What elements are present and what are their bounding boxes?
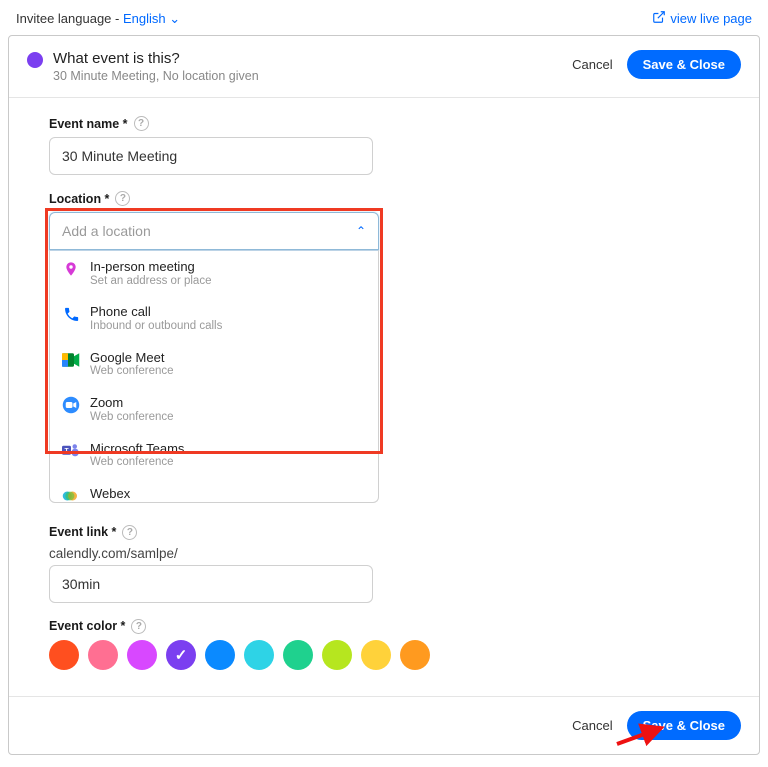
location-dropdown: In-person meetingSet an address or place… [49,250,379,503]
location-option-title: Zoom [90,395,174,411]
color-swatch[interactable] [361,640,391,670]
location-option-title: Google Meet [90,350,174,366]
location-option-desc: Set an address or place [90,275,211,289]
view-live-link[interactable]: view live page [652,10,752,27]
location-option-title: Phone call [90,304,222,320]
color-swatch[interactable] [400,640,430,670]
location-placeholder: Add a location [62,223,151,239]
event-color-label: Event color * [49,619,125,633]
location-option[interactable]: Phone callInbound or outbound calls [50,296,378,341]
gmeet-icon [62,351,80,369]
event-editor-panel: What event is this? 30 Minute Meeting, N… [8,35,760,755]
chevron-up-icon: ⌃ [356,224,366,238]
help-icon[interactable]: ? [131,619,146,634]
help-icon[interactable]: ? [122,525,137,540]
color-swatch[interactable] [244,640,274,670]
color-swatch[interactable] [205,640,235,670]
location-option-desc: Inbound or outbound calls [90,320,222,334]
color-swatch[interactable] [49,640,79,670]
external-link-icon [652,10,666,27]
help-icon[interactable]: ? [115,191,130,206]
color-swatches [49,640,719,670]
event-link-prefix: calendly.com/samlpe/ [49,546,719,561]
panel-title: What event is this? [53,50,259,67]
location-option-desc: Web conference [90,365,174,379]
invitee-language: Invitee language - English ⌄ [16,11,180,27]
event-name-input[interactable] [49,137,373,175]
location-select[interactable]: Add a location ⌃ [49,212,379,250]
color-swatch[interactable] [127,640,157,670]
location-label: Location * [49,192,109,206]
chevron-down-icon: ⌄ [166,11,181,26]
teams-icon: T [62,442,80,460]
color-swatch[interactable] [166,640,196,670]
pin-icon [62,260,80,278]
cancel-button[interactable]: Cancel [572,57,612,72]
event-link-input[interactable] [49,565,373,603]
color-swatch[interactable] [322,640,352,670]
location-option[interactable]: In-person meetingSet an address or place [50,251,378,296]
location-option-title: In-person meeting [90,259,211,275]
location-option-title: Webex [90,486,130,502]
event-color-indicator [27,52,43,68]
location-option-desc: Web conference [90,411,174,425]
language-select[interactable]: English ⌄ [123,11,180,26]
phone-icon [62,305,80,323]
location-option[interactable]: T Microsoft TeamsWeb conference [50,433,378,478]
location-option[interactable]: Webex [50,478,378,502]
webex-icon [62,487,80,502]
panel-subtitle: 30 Minute Meeting, No location given [53,69,259,83]
help-icon[interactable]: ? [134,116,149,131]
save-close-button-footer[interactable]: Save & Close [627,711,741,740]
save-close-button[interactable]: Save & Close [627,50,741,79]
location-option-desc: Web conference [90,456,184,470]
location-option-title: Microsoft Teams [90,441,184,457]
event-name-label: Event name * [49,117,128,131]
zoom-icon [62,396,80,414]
cancel-button-footer[interactable]: Cancel [572,718,612,733]
color-swatch[interactable] [283,640,313,670]
event-link-label: Event link * [49,525,116,539]
invitee-language-label: Invitee language - [16,11,123,26]
location-option[interactable]: ZoomWeb conference [50,387,378,432]
location-option[interactable]: Google MeetWeb conference [50,342,378,387]
color-swatch[interactable] [88,640,118,670]
